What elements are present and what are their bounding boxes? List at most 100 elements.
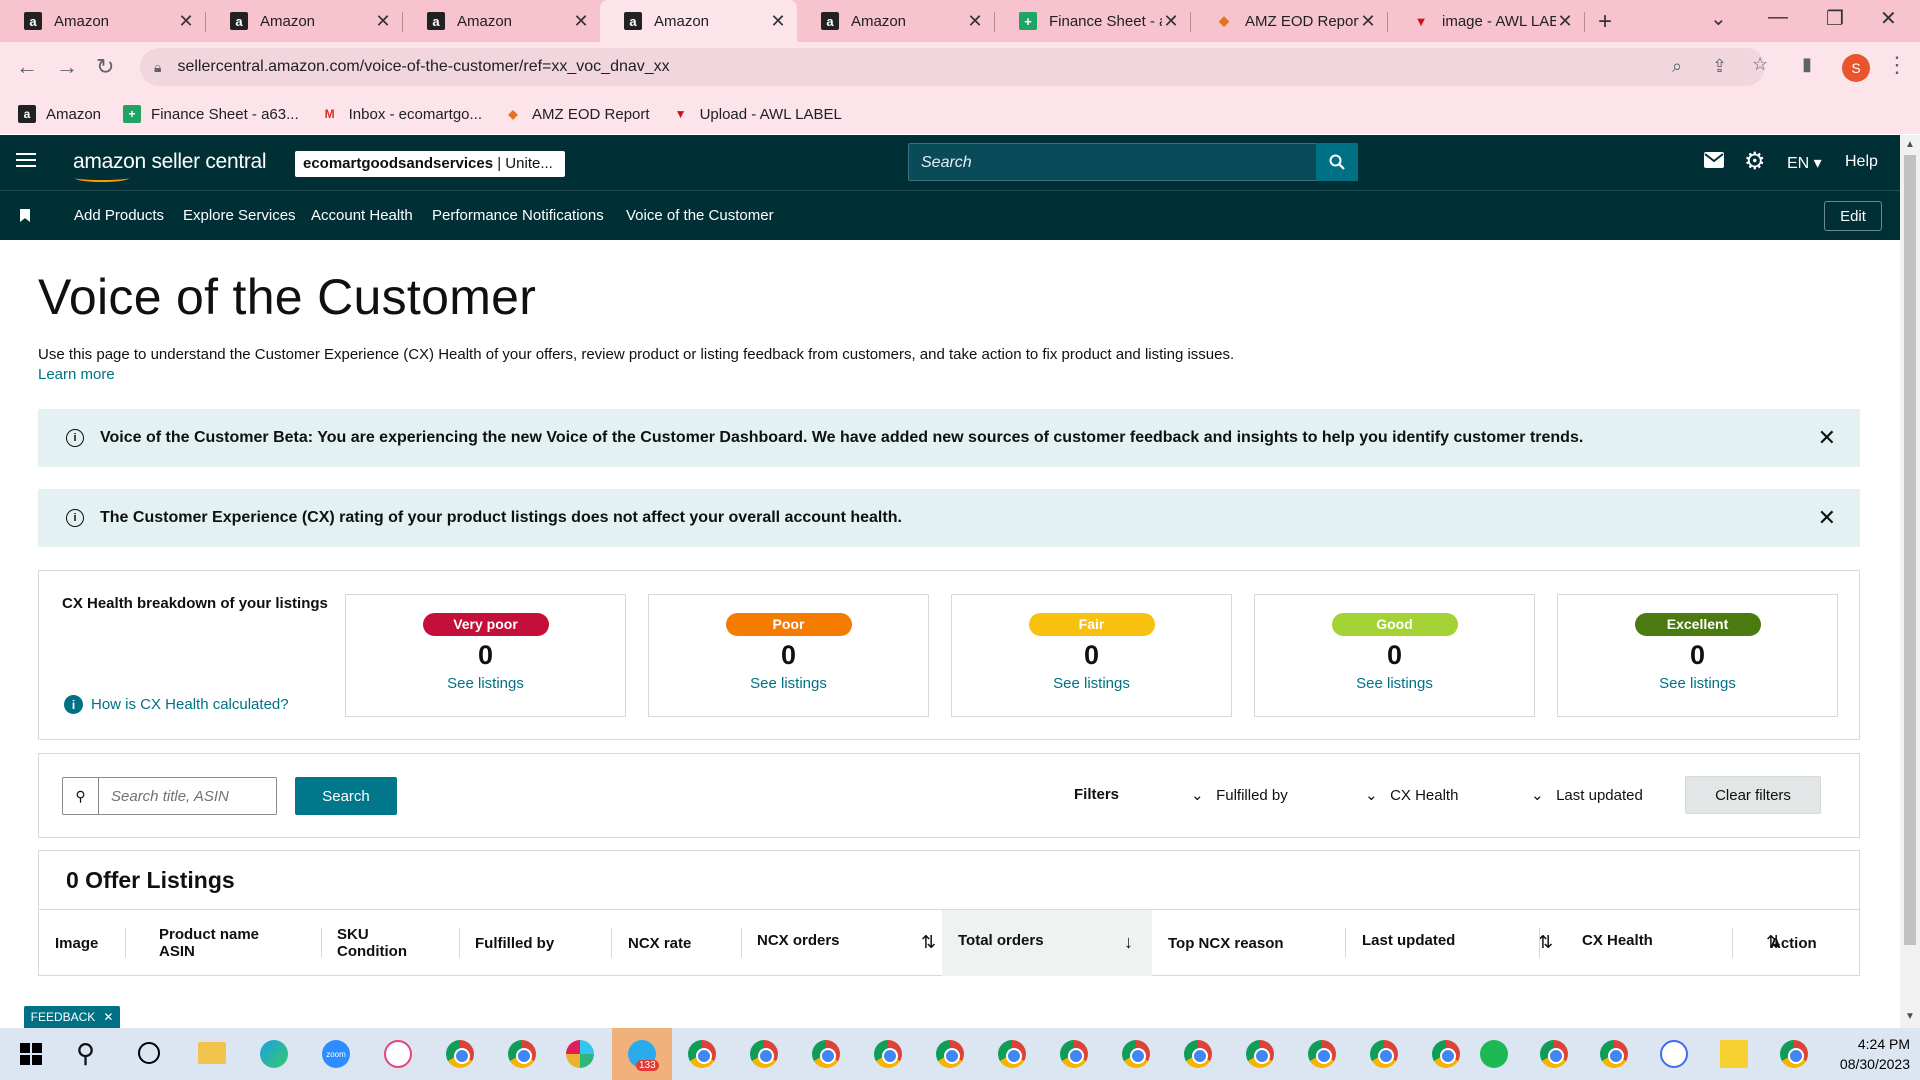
spotify-icon[interactable] <box>1480 1040 1508 1068</box>
col-ncx-rate[interactable]: NCX rate <box>628 910 691 976</box>
chrome-icon[interactable] <box>874 1040 902 1068</box>
close-icon[interactable]: ✕ <box>769 11 787 32</box>
close-icon[interactable]: ✕ <box>966 11 984 32</box>
chrome-icon[interactable] <box>1432 1040 1460 1068</box>
close-icon[interactable]: ✕ <box>1818 505 1836 531</box>
cx-how-calculated-link[interactable]: i How is CX Health calculated? <box>64 695 289 714</box>
nav-explore-services[interactable]: Explore Services <box>183 207 296 224</box>
side-panel-icon[interactable]: ▮ <box>1802 54 1812 75</box>
slack-icon[interactable] <box>566 1040 594 1068</box>
col-last-updated[interactable]: Last updated ⇅ <box>1362 910 1562 976</box>
messenger-icon[interactable] <box>1660 1040 1688 1068</box>
nav-add-products[interactable]: Add Products <box>74 207 164 224</box>
scroll-up-icon[interactable]: ▲ <box>1905 139 1915 150</box>
bookmark-awl-label[interactable]: ▼ Upload - AWL LABEL <box>672 105 842 123</box>
close-icon[interactable]: ✕ <box>1162 11 1180 32</box>
tab-amazon-active[interactable]: a Amazon ✕ <box>600 0 797 42</box>
store-switcher[interactable]: ecomartgoodsandservices | Unite... <box>295 151 565 177</box>
nav-account-health[interactable]: Account Health <box>311 207 413 224</box>
chrome-icon[interactable] <box>446 1040 474 1068</box>
seller-search-input[interactable]: Search <box>908 143 1318 181</box>
bookmark-star-icon[interactable]: ☆ <box>1752 54 1768 75</box>
edge-icon[interactable] <box>260 1040 288 1068</box>
cx-health-filter[interactable]: ⌄ CX Health <box>1365 786 1458 804</box>
url-text[interactable]: sellercentral.amazon.com/voice-of-the-cu… <box>177 58 669 76</box>
clear-filters-button[interactable]: Clear filters <box>1685 776 1821 814</box>
chrome-icon[interactable] <box>1600 1040 1628 1068</box>
bookmark-icon[interactable] <box>20 209 30 222</box>
tab-finance-sheet[interactable]: + Finance Sheet - a ✕ <box>995 0 1190 42</box>
page-scrollbar[interactable]: ▲ ▼ <box>1900 135 1920 1028</box>
snipping-tool-icon[interactable] <box>384 1040 412 1068</box>
share-icon[interactable]: ⇪ <box>1712 56 1727 77</box>
minimize-icon[interactable]: — <box>1768 6 1788 29</box>
seller-search-button[interactable] <box>1316 143 1358 181</box>
chrome-icon[interactable] <box>1060 1040 1088 1068</box>
see-listings-link[interactable]: See listings <box>952 675 1231 692</box>
file-explorer-icon[interactable] <box>198 1042 226 1064</box>
back-icon[interactable]: ← <box>16 54 38 80</box>
lock-icon[interactable]: 🔒︎ <box>154 59 161 76</box>
fulfilled-by-filter[interactable]: ⌄ Fulfilled by <box>1191 786 1288 804</box>
chrome-icon[interactable] <box>1540 1040 1568 1068</box>
col-cx-health[interactable]: CX Health ⇅ <box>1582 910 1781 976</box>
seller-central-logo[interactable]: amazon seller central <box>73 150 267 182</box>
bookmark-finance-sheet[interactable]: + Finance Sheet - a63... <box>123 105 299 123</box>
close-icon[interactable]: ✕ <box>374 11 392 32</box>
cortana-icon[interactable] <box>138 1042 160 1064</box>
feedback-button[interactable]: FEEDBACK ✕ <box>24 1006 120 1028</box>
profile-avatar[interactable]: S <box>1842 54 1870 82</box>
tab-amazon-3[interactable]: a Amazon ✕ <box>403 0 600 42</box>
tab-search-icon[interactable]: ⌄ <box>1710 6 1727 31</box>
tab-awl-label[interactable]: ▼ image - AWL LAB ✕ <box>1388 0 1584 42</box>
close-icon[interactable]: ✕ <box>1359 11 1377 32</box>
col-sku[interactable]: SKU Condition <box>337 910 407 976</box>
close-icon[interactable]: ✕ <box>1556 11 1574 32</box>
last-updated-filter[interactable]: ⌄ Last updated <box>1531 786 1643 804</box>
telegram-taskbar-item[interactable]: 133 <box>612 1028 672 1080</box>
address-bar[interactable]: 🔒︎ sellercentral.amazon.com/voice-of-the… <box>140 48 1765 86</box>
chrome-icon[interactable] <box>812 1040 840 1068</box>
window-close-icon[interactable]: ✕ <box>1880 6 1897 31</box>
learn-more-link[interactable]: Learn more <box>38 366 115 383</box>
nav-performance-notifications[interactable]: Performance Notifications <box>432 207 604 224</box>
tab-eod-report[interactable]: ◆ AMZ EOD Report ✕ <box>1191 0 1387 42</box>
chrome-icon[interactable] <box>1780 1040 1808 1068</box>
close-icon[interactable]: ✕ <box>177 11 195 32</box>
close-icon[interactable]: ✕ <box>1818 425 1836 451</box>
bookmark-eod-report[interactable]: ◆ AMZ EOD Report <box>504 105 649 123</box>
search-icon[interactable]: ⚲ <box>76 1038 95 1069</box>
see-listings-link[interactable]: See listings <box>1558 675 1837 692</box>
taskbar-clock[interactable]: 4:24 PM 08/30/2023 <box>1820 1034 1910 1074</box>
col-fulfilled-by[interactable]: Fulfilled by <box>475 910 554 976</box>
sort-down-icon[interactable]: ↓ <box>1124 932 1133 953</box>
hamburger-menu-icon[interactable] <box>16 153 36 169</box>
close-icon[interactable]: ✕ <box>572 11 590 32</box>
menu-icon[interactable]: ⋮ <box>1886 52 1908 78</box>
chrome-icon[interactable] <box>936 1040 964 1068</box>
chrome-icon[interactable] <box>1370 1040 1398 1068</box>
settings-gear-icon[interactable]: ⚙ <box>1744 147 1766 176</box>
chrome-icon[interactable] <box>998 1040 1026 1068</box>
listing-search-input[interactable]: ⚲ Search title, ASIN <box>62 777 277 815</box>
zoom-icon[interactable]: zoom <box>322 1040 350 1068</box>
chrome-icon[interactable] <box>688 1040 716 1068</box>
reload-icon[interactable]: ↻ <box>96 54 114 80</box>
chrome-icon[interactable] <box>1122 1040 1150 1068</box>
new-tab-button[interactable]: + <box>1598 8 1612 36</box>
sticky-notes-icon[interactable] <box>1720 1040 1748 1068</box>
chrome-icon[interactable] <box>1246 1040 1274 1068</box>
edit-nav-button[interactable]: Edit <box>1824 201 1882 231</box>
chrome-icon[interactable] <box>508 1040 536 1068</box>
col-ncx-orders[interactable]: NCX orders ⇅ <box>757 910 957 976</box>
col-total-orders[interactable]: Total orders ↓ <box>942 910 1152 976</box>
tab-amazon-2[interactable]: a Amazon ✕ <box>206 0 402 42</box>
language-select[interactable]: EN ▾ <box>1787 153 1822 173</box>
chrome-icon[interactable] <box>750 1040 778 1068</box>
help-link[interactable]: Help <box>1845 153 1878 171</box>
chrome-icon[interactable] <box>1184 1040 1212 1068</box>
listing-search-button[interactable]: Search <box>295 777 397 815</box>
forward-icon[interactable]: → <box>56 54 78 80</box>
tab-amazon-5[interactable]: a Amazon ✕ <box>797 0 994 42</box>
sort-icon[interactable]: ⇅ <box>921 932 936 953</box>
